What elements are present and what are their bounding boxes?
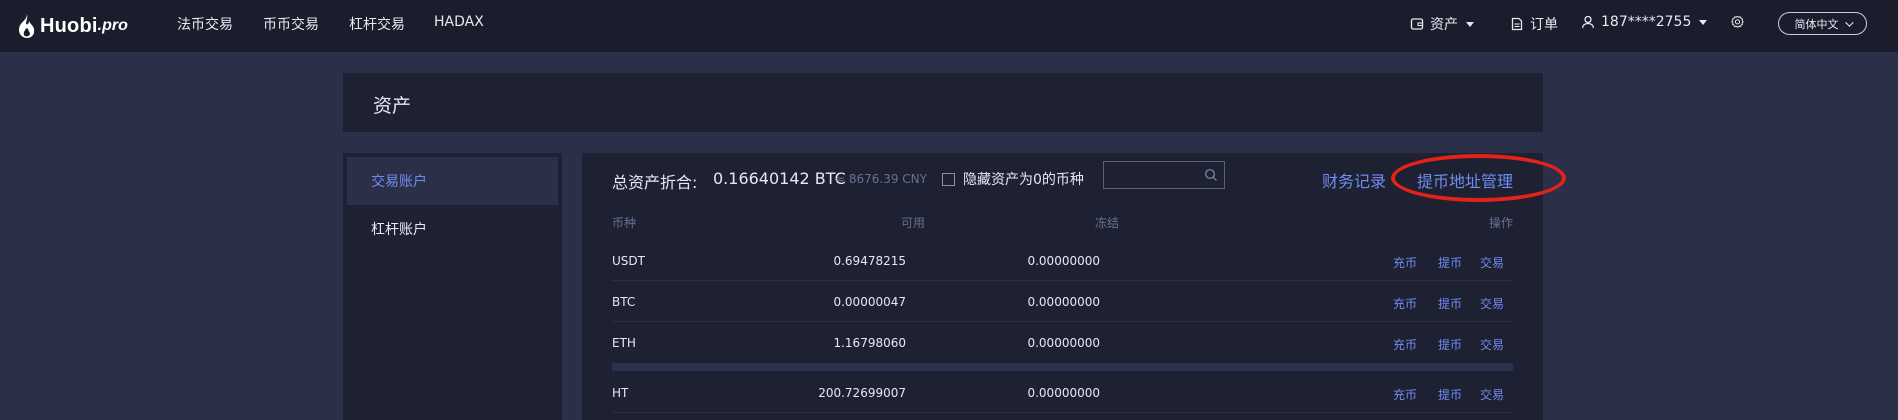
deposit-link[interactable]: 充币 [1393, 336, 1417, 353]
deposit-link[interactable]: 充币 [1393, 295, 1417, 312]
finance-records-link[interactable]: 财务记录 [1322, 168, 1386, 192]
frozen-balance: 0.00000000 [1027, 336, 1100, 350]
deposit-link[interactable]: 充币 [1393, 254, 1417, 271]
coin-name: BTC [612, 295, 636, 309]
annotation-circle [1391, 154, 1566, 202]
column-header-coin: 币种 [612, 216, 637, 230]
trade-link[interactable]: 交易 [1480, 386, 1504, 403]
assets-panel: 总资产折合: 0.16640142 BTC ≈ 8676.39 CNY 隐藏资产… [582, 153, 1566, 420]
nav-fiat-trading[interactable]: 法币交易 [177, 14, 233, 34]
total-assets-btc: 0.16640142 BTC [713, 169, 846, 188]
column-header-frozen: 冻结 [1095, 216, 1120, 230]
sidebar-item-trading-account[interactable]: 交易账户 [347, 157, 558, 205]
chevron-down-icon [1844, 17, 1854, 27]
sidebar-item-label: 交易账户 [371, 174, 427, 190]
nav-hadax[interactable]: HADAX [434, 14, 484, 30]
sidebar-item-label: 杠杆账户 [371, 222, 427, 238]
available-balance: 1.16798060 [833, 336, 906, 350]
trade-link[interactable]: 交易 [1480, 254, 1504, 271]
withdraw-link[interactable]: 提币 [1438, 386, 1462, 403]
withdraw-link[interactable]: 提币 [1438, 254, 1462, 271]
total-assets-cny: ≈ 8676.39 CNY [835, 172, 927, 186]
assets-menu[interactable]: 资产 [1410, 14, 1474, 34]
page-header-card: 资产 [343, 73, 1543, 132]
user-label: 187****2755 [1601, 14, 1692, 30]
table-row: ETH 1.16798060 0.00000000 充币 提币 交易 [612, 323, 1513, 371]
user-menu[interactable]: 187****2755 [1581, 14, 1708, 30]
page-title: 资产 [373, 95, 412, 117]
search-icon[interactable] [1204, 168, 1218, 182]
logo-text: Huobi [40, 14, 98, 37]
frozen-balance: 0.00000000 [1027, 254, 1100, 268]
coin-search-box[interactable] [1103, 161, 1225, 189]
table-row: BTC 0.00000047 0.00000000 充币 提币 交易 [612, 282, 1513, 322]
hide-zero-toggle[interactable]: 隐藏资产为0的币种 [942, 169, 1084, 189]
orders-menu[interactable]: 订单 [1510, 14, 1558, 34]
column-header-actions: 操作 [1489, 216, 1514, 230]
language-selector[interactable]: 简体中文 [1778, 12, 1867, 35]
hide-zero-checkbox[interactable] [942, 172, 955, 186]
coin-name: ETH [612, 336, 636, 350]
total-assets-label: 总资产折合: [612, 173, 698, 192]
frozen-balance: 0.00000000 [1027, 295, 1100, 309]
withdraw-link[interactable]: 提币 [1438, 295, 1462, 312]
top-navbar: Huobi .pro 法币交易 币币交易 杠杆交易 HADAX 资产 订单 18… [0, 0, 1898, 52]
deposit-link[interactable]: 充币 [1393, 386, 1417, 403]
available-balance: 0.69478215 [833, 254, 906, 268]
gear-icon[interactable] [1730, 15, 1745, 30]
chevron-down-icon [1699, 19, 1708, 25]
chevron-down-icon [1466, 21, 1474, 27]
orders-label: 订单 [1530, 17, 1558, 33]
flame-icon [19, 14, 35, 38]
huobi-logo[interactable]: Huobi .pro [16, 8, 128, 44]
document-icon [1511, 17, 1523, 31]
assets-label: 资产 [1430, 17, 1458, 33]
nav-exchange-trading[interactable]: 币币交易 [263, 14, 319, 34]
table-row: USDT 0.69478215 0.00000000 充币 提币 交易 [612, 241, 1513, 281]
trade-link[interactable]: 交易 [1480, 336, 1504, 353]
column-header-available: 可用 [901, 216, 926, 230]
coin-name: HT [612, 386, 629, 400]
table-row: HT 200.72699007 0.00000000 充币 提币 交易 [612, 373, 1513, 413]
withdraw-link[interactable]: 提币 [1438, 336, 1462, 353]
frozen-balance: 0.00000000 [1027, 386, 1100, 400]
trade-link[interactable]: 交易 [1480, 295, 1504, 312]
nav-margin-trading[interactable]: 杠杆交易 [349, 14, 405, 34]
hide-zero-label: 隐藏资产为0的币种 [963, 172, 1084, 188]
sidebar-item-margin-account[interactable]: 杠杆账户 [347, 205, 558, 253]
language-label: 简体中文 [1794, 17, 1839, 31]
available-balance: 0.00000047 [833, 295, 906, 309]
wallet-icon [1410, 18, 1424, 30]
user-icon [1581, 15, 1595, 29]
coin-search-input[interactable] [1104, 162, 1204, 188]
logo-suffix: .pro [97, 17, 128, 34]
available-balance: 200.72699007 [818, 386, 906, 400]
account-sidebar: 交易账户 杠杆账户 [343, 153, 562, 420]
coin-name: USDT [612, 254, 645, 268]
